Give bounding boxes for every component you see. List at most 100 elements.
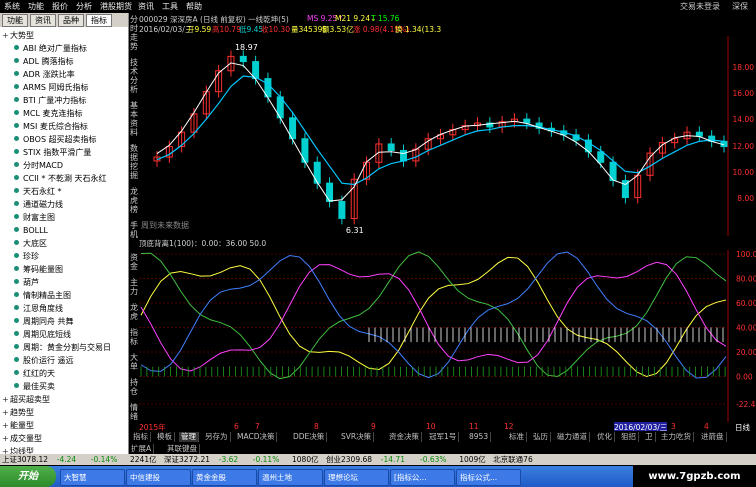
- taskbar-button[interactable]: 中信建投: [126, 469, 191, 486]
- menu-item-tools[interactable]: 工具: [162, 1, 178, 12]
- tree-item[interactable]: OBOS 超买超卖指标: [14, 133, 97, 146]
- bottom-tab[interactable]: 8953: [467, 432, 492, 442]
- tree-group[interactable]: +能量型: [2, 419, 34, 432]
- tree-item[interactable]: STIX 指数平滑广量: [14, 146, 91, 159]
- bottom-tab[interactable]: 进箭盘: [699, 432, 727, 442]
- indicator-chart[interactable]: 100.00 80.00 60.00 40.00 20.00 0.00 -22.48: [139, 250, 756, 422]
- tab-function[interactable]: 功能: [2, 14, 28, 27]
- vertical-tab[interactable]: 手机: [129, 221, 139, 243]
- taskbar-button[interactable]: 理想论坛: [324, 469, 389, 486]
- tree-item[interactable]: MSI 麦氏综合指标: [14, 120, 88, 133]
- bottom-tab[interactable]: DDE决策: [291, 432, 328, 442]
- tree-item[interactable]: 葫芦: [14, 276, 39, 289]
- start-button[interactable]: 开始: [0, 466, 56, 487]
- tree-item[interactable]: 周期：黄金分割与交易日: [14, 341, 111, 354]
- status-item: 1080亿: [292, 455, 319, 464]
- expand-icon[interactable]: +: [2, 419, 10, 432]
- tree-item[interactable]: ARMS 阿姆氏指标: [14, 81, 89, 94]
- status-item: -4.24: [56, 455, 77, 464]
- vertical-tab-lower[interactable]: 持仓: [129, 378, 139, 400]
- vertical-tab-lower[interactable]: 主力: [129, 278, 139, 300]
- taskbar-button[interactable]: [指标公...: [390, 469, 455, 486]
- tree-group[interactable]: +成交量型: [2, 432, 42, 445]
- bottom-tab[interactable]: 磁力通道: [555, 432, 590, 442]
- bottom-tab[interactable]: 管理: [179, 432, 199, 442]
- menu-item-news[interactable]: 资讯: [138, 1, 154, 12]
- tree-item[interactable]: 财富主图: [14, 211, 55, 224]
- tree-item[interactable]: MCL 麦克连指标: [14, 107, 83, 120]
- tree-group[interactable]: +趋势型: [2, 406, 34, 419]
- tree-item[interactable]: 红红的天: [14, 367, 55, 380]
- vertical-tab-lower[interactable]: 大单: [129, 353, 139, 375]
- bottom-tab[interactable]: 冠军1号: [427, 432, 460, 442]
- bottom-tab[interactable]: 狙招: [619, 432, 639, 442]
- taskbar-button[interactable]: 黄金金股: [192, 469, 257, 486]
- tree-item[interactable]: BTI 广量冲力指标: [14, 94, 86, 107]
- tree-item[interactable]: 珍珍: [14, 250, 39, 263]
- vertical-tab[interactable]: 龙虎榜: [129, 187, 139, 218]
- tree-item[interactable]: 周期见底短线: [14, 328, 71, 341]
- tree-item[interactable]: BOLLL: [14, 224, 48, 237]
- tab-indicator[interactable]: 指标: [86, 14, 112, 27]
- taskbar-button[interactable]: 指标公式...: [456, 469, 521, 486]
- bottom-tab[interactable]: 指标: [131, 432, 151, 442]
- sub-tab-keyboard[interactable]: 其联键盘: [165, 444, 200, 454]
- tab-news[interactable]: 资讯: [30, 14, 56, 27]
- expand-icon[interactable]: +: [2, 393, 10, 406]
- tree-item[interactable]: 分时MACD: [14, 159, 63, 172]
- tree-item[interactable]: 大底区: [14, 237, 47, 250]
- tree-group[interactable]: +超买超卖型: [2, 393, 50, 406]
- tree-item[interactable]: 最佳买卖: [14, 380, 55, 393]
- tree-item[interactable]: ADR 涨跌比率: [14, 68, 75, 81]
- expand-icon[interactable]: +: [2, 29, 10, 42]
- bottom-tab[interactable]: 另存为: [203, 432, 231, 442]
- menu-item-hk-futures[interactable]: 港股期货: [100, 1, 132, 12]
- tree-item[interactable]: CCII * 不乾涮 天石永红: [14, 172, 107, 185]
- vertical-tab-lower[interactable]: 资金: [129, 253, 139, 275]
- menu-bar: 系统 功能 报价 分析 港股期货 资讯 工具 帮助 交易未登录 深保: [0, 0, 756, 12]
- vertical-tab-lower[interactable]: 指标: [129, 328, 139, 350]
- tab-variety[interactable]: 品种: [58, 14, 84, 27]
- tree-item[interactable]: 江恩角度线: [14, 302, 63, 315]
- vertical-tab-lower[interactable]: 龙虎: [129, 303, 139, 325]
- vertical-tab[interactable]: 基本资料: [129, 101, 139, 141]
- menu-item-analysis[interactable]: 分析: [76, 1, 92, 12]
- tree-item[interactable]: 周期同舟 共舞: [14, 315, 74, 328]
- taskbar-button[interactable]: 温州土地: [258, 469, 323, 486]
- bottom-tab[interactable]: 资金决策: [387, 432, 422, 442]
- indicator-dot-icon: [14, 344, 19, 349]
- taskbar-button[interactable]: 大智慧: [60, 469, 125, 486]
- bottom-tab[interactable]: 优化: [595, 432, 615, 442]
- tree-item[interactable]: 筹码能量图: [14, 263, 63, 276]
- menu-right-extra[interactable]: 深保: [732, 1, 748, 12]
- expand-icon[interactable]: +: [2, 432, 10, 445]
- tree-item[interactable]: 通道磁力线: [14, 198, 63, 211]
- trade-login-status[interactable]: 交易未登录: [680, 1, 720, 12]
- bottom-tab[interactable]: SVR决策: [339, 432, 375, 442]
- vertical-tab[interactable]: 数据挖掘: [129, 144, 139, 184]
- expand-icon[interactable]: +: [2, 406, 10, 419]
- tree-item[interactable]: 股价运行 遥远: [14, 354, 74, 367]
- vertical-tab[interactable]: 技术分析: [129, 58, 139, 98]
- sub-tab-extend[interactable]: 扩展A: [129, 444, 155, 454]
- bottom-tab[interactable]: 卫: [643, 432, 656, 442]
- menu-item-help[interactable]: 帮助: [186, 1, 202, 12]
- bottom-tab[interactable]: 模板: [155, 432, 175, 442]
- tree-label: 情制精品主图: [23, 291, 71, 300]
- bottom-tab[interactable]: MACD决策: [235, 432, 278, 442]
- tree-item[interactable]: ADL 腾落指标: [14, 55, 74, 68]
- bar-high: 高10.79: [212, 25, 241, 34]
- tree-group[interactable]: +大势型: [2, 29, 34, 42]
- bottom-tab[interactable]: 标准: [507, 432, 527, 442]
- menu-item-system[interactable]: 系统: [4, 1, 20, 12]
- tree-item[interactable]: ABI 绝对广量指标: [14, 42, 87, 55]
- menu-item-quote[interactable]: 报价: [52, 1, 68, 12]
- bottom-tab[interactable]: 主力吃货: [659, 432, 694, 442]
- menu-item-function[interactable]: 功能: [28, 1, 44, 12]
- bottom-tab[interactable]: 弘历: [531, 432, 551, 442]
- vertical-tab[interactable]: 分时走势: [129, 15, 139, 55]
- tree-item[interactable]: 天石永红 *: [14, 185, 62, 198]
- tree-item[interactable]: 情制精品主图: [14, 289, 71, 302]
- vertical-tab-lower[interactable]: 情绪: [129, 403, 139, 425]
- price-chart[interactable]: 18.97 6.31 周到未来数据: [139, 36, 729, 236]
